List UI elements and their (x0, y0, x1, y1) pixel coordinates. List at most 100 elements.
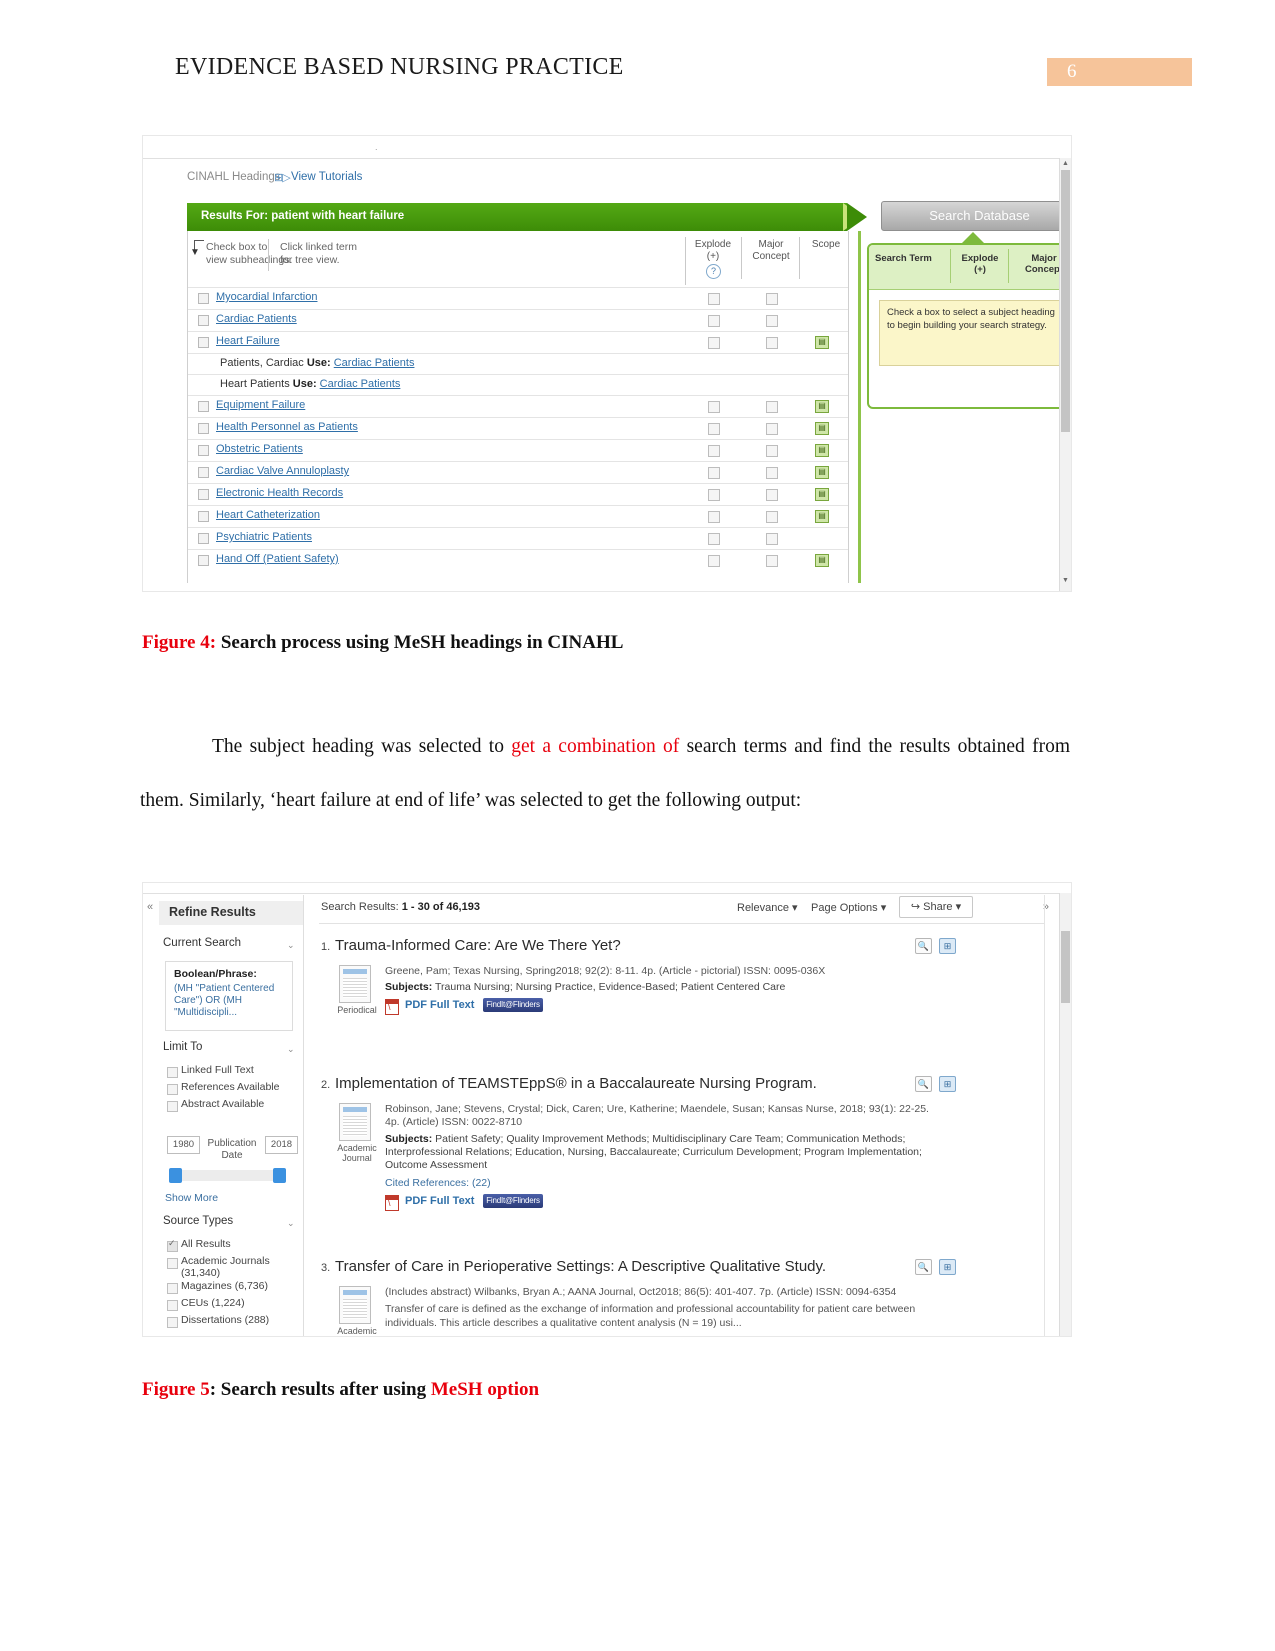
result-title-link[interactable]: Transfer of Care in Perioperative Settin… (335, 1258, 826, 1275)
major-concept-checkbox[interactable] (766, 533, 778, 545)
figure5-scroll-thumb[interactable] (1061, 931, 1070, 1003)
scroll-down-icon[interactable]: ▼ (1061, 577, 1070, 584)
use-link[interactable]: Cardiac Patients (320, 378, 401, 390)
select-heading-checkbox[interactable] (198, 467, 209, 478)
mesh-heading-link[interactable]: Myocardial Infarction (216, 291, 318, 303)
result-title-link[interactable]: Implementation of TEAMSTEppS® in a Bacca… (335, 1075, 817, 1092)
source-checkbox[interactable] (167, 1238, 178, 1252)
scope-note-icon[interactable]: ▤ (815, 422, 829, 435)
pdf-full-text-link[interactable]: PDF Full Text (405, 999, 474, 1011)
column-separator-1 (685, 237, 686, 285)
year-from-input[interactable]: 1980 (167, 1136, 200, 1154)
select-heading-checkbox[interactable] (198, 293, 209, 304)
select-heading-checkbox[interactable] (198, 337, 209, 348)
limit-checkbox[interactable] (167, 1084, 178, 1095)
mesh-heading-link[interactable]: Electronic Health Records (216, 487, 343, 499)
scope-note-icon[interactable]: ▤ (815, 510, 829, 523)
pdf-full-text-link[interactable]: PDF Full Text (405, 1195, 474, 1207)
current-search-heading[interactable]: Current Search (163, 937, 241, 949)
mesh-heading-link[interactable]: Health Personnel as Patients (216, 421, 358, 433)
major-concept-checkbox[interactable] (766, 315, 778, 327)
publication-date-slider[interactable] (171, 1170, 285, 1181)
source-types-heading[interactable]: Source Types (163, 1215, 233, 1227)
source-checkbox[interactable] (167, 1300, 178, 1311)
select-heading-checkbox[interactable] (198, 423, 209, 434)
add-to-folder-icon[interactable]: ⊞ (939, 1259, 956, 1275)
major-concept-checkbox[interactable] (766, 511, 778, 523)
mesh-heading-link[interactable]: Heart Failure (216, 335, 280, 347)
year-to-input[interactable]: 2018 (265, 1136, 298, 1154)
select-heading-checkbox[interactable] (198, 555, 209, 566)
scope-note-icon[interactable]: ▤ (815, 554, 829, 567)
findit-flinders-button[interactable]: FindIt@Flinders (483, 998, 543, 1012)
explode-checkbox[interactable] (708, 555, 720, 567)
view-tutorials-link[interactable]: View Tutorials (291, 171, 362, 183)
select-heading-checkbox[interactable] (198, 401, 209, 412)
explode-checkbox[interactable] (708, 511, 720, 523)
scope-note-icon[interactable]: ▤ (815, 488, 829, 501)
explode-checkbox[interactable] (708, 445, 720, 457)
explode-checkbox[interactable] (708, 533, 720, 545)
add-to-folder-icon[interactable]: ⊞ (939, 1076, 956, 1092)
share-button[interactable]: ↪ Share ▾ (899, 896, 973, 918)
cited-references-link[interactable]: Cited References: (22) (385, 1177, 491, 1189)
major-concept-checkbox[interactable] (766, 489, 778, 501)
preview-icon[interactable]: 🔍 (915, 938, 932, 954)
show-more-link[interactable]: Show More (165, 1192, 218, 1204)
result-title-link[interactable]: Trauma-Informed Care: Are We There Yet? (335, 937, 621, 954)
slider-handle-right[interactable] (273, 1168, 286, 1183)
scope-note-icon[interactable]: ▤ (815, 466, 829, 479)
limit-checkbox[interactable] (167, 1067, 178, 1078)
slider-handle-left[interactable] (169, 1168, 182, 1183)
major-concept-checkbox[interactable] (766, 401, 778, 413)
mesh-heading-link[interactable]: Hand Off (Patient Safety) (216, 553, 339, 565)
select-heading-checkbox[interactable] (198, 315, 209, 326)
limit-to-heading[interactable]: Limit To (163, 1041, 202, 1053)
limit-checkbox[interactable] (167, 1101, 178, 1112)
explode-checkbox[interactable] (708, 401, 720, 413)
mesh-heading-link[interactable]: Psychiatric Patients (216, 531, 312, 543)
limit-to-chevron-icon[interactable]: ⌄ (287, 1044, 295, 1055)
mesh-heading-link[interactable]: Obstetric Patients (216, 443, 303, 455)
explode-checkbox[interactable] (708, 337, 720, 349)
explode-checkbox[interactable] (708, 293, 720, 305)
search-database-button[interactable]: Search Database (881, 201, 1071, 231)
scope-note-icon[interactable]: ▤ (815, 336, 829, 349)
page-options-dropdown[interactable]: Page Options ▾ (811, 901, 886, 914)
mesh-heading-link[interactable]: Cardiac Valve Annuloplasty (216, 465, 349, 477)
current-search-chevron-icon[interactable]: ⌄ (287, 940, 295, 951)
source-types-chevron-icon[interactable]: ⌄ (287, 1218, 295, 1229)
mesh-heading-link[interactable]: Heart Catheterization (216, 509, 320, 521)
explode-checkbox[interactable] (708, 315, 720, 327)
major-concept-checkbox[interactable] (766, 445, 778, 457)
mesh-heading-link[interactable]: Cardiac Patients (216, 313, 297, 325)
major-concept-checkbox[interactable] (766, 423, 778, 435)
preview-icon[interactable]: 🔍 (915, 1259, 932, 1275)
scroll-up-icon[interactable]: ▲ (1061, 160, 1070, 167)
add-to-folder-icon[interactable]: ⊞ (939, 938, 956, 954)
source-checkbox[interactable] (167, 1283, 178, 1294)
select-heading-checkbox[interactable] (198, 489, 209, 500)
select-heading-checkbox[interactable] (198, 533, 209, 544)
major-concept-checkbox[interactable] (766, 467, 778, 479)
scope-note-icon[interactable]: ▤ (815, 400, 829, 413)
major-concept-checkbox[interactable] (766, 337, 778, 349)
major-concept-checkbox[interactable] (766, 293, 778, 305)
explode-checkbox[interactable] (708, 467, 720, 479)
help-icon[interactable]: ? (706, 264, 721, 279)
preview-icon[interactable]: 🔍 (915, 1076, 932, 1092)
figure4-scroll-thumb[interactable] (1061, 170, 1070, 432)
major-concept-checkbox[interactable] (766, 555, 778, 567)
explode-checkbox[interactable] (708, 489, 720, 501)
explode-checkbox[interactable] (708, 423, 720, 435)
collapse-left-icon[interactable]: « (147, 901, 153, 913)
select-heading-checkbox[interactable] (198, 445, 209, 456)
mesh-heading-link[interactable]: Equipment Failure (216, 399, 305, 411)
scope-note-icon[interactable]: ▤ (815, 444, 829, 457)
findit-flinders-button[interactable]: FindIt@Flinders (483, 1194, 543, 1208)
source-checkbox[interactable] (167, 1258, 178, 1269)
sort-relevance-dropdown[interactable]: Relevance ▾ (737, 901, 798, 914)
source-checkbox[interactable] (167, 1317, 178, 1328)
select-heading-checkbox[interactable] (198, 511, 209, 522)
use-link[interactable]: Cardiac Patients (334, 357, 415, 369)
